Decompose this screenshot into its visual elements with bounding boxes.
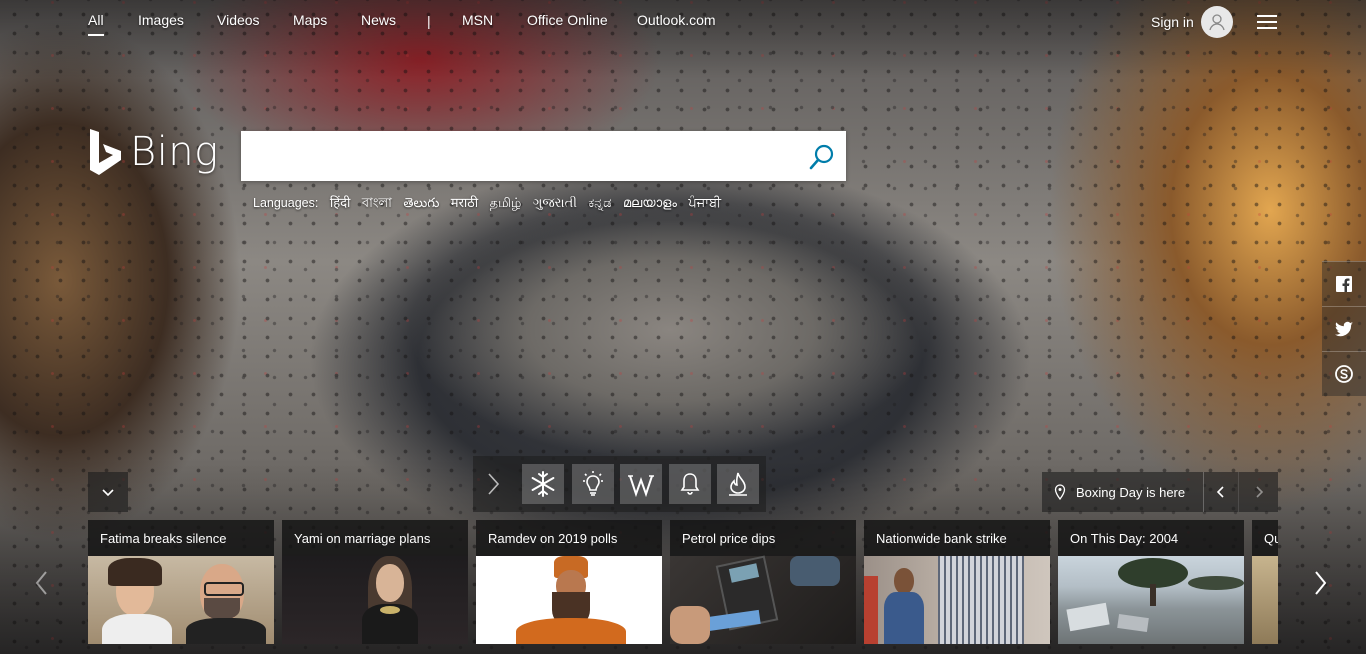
hamburger-menu-icon[interactable]	[1257, 13, 1279, 31]
snowflake-button[interactable]	[522, 464, 564, 504]
languages-bar: Languages: हिंदी বাংলা తెలుగు मराठी தமிழ…	[253, 193, 721, 215]
language-gujarati[interactable]: ગુજરાતી	[533, 195, 577, 210]
news-card-thumbnail	[864, 556, 1050, 644]
news-card[interactable]: On This Day: 2004	[1058, 520, 1244, 644]
news-card[interactable]: Yami on marriage plans	[282, 520, 468, 644]
bing-logo-text: Bing	[130, 129, 219, 175]
wikipedia-w-icon	[628, 475, 654, 498]
news-previous-button[interactable]	[30, 568, 54, 598]
nav-videos[interactable]: Videos	[217, 12, 260, 28]
next-image-button[interactable]	[1238, 472, 1279, 512]
lightbulb-button[interactable]	[572, 464, 614, 504]
snowflake-icon	[531, 471, 555, 497]
news-next-button[interactable]	[1308, 568, 1332, 598]
nav-msn[interactable]: MSN	[462, 12, 493, 28]
share-skype-button[interactable]	[1322, 351, 1366, 396]
bing-b-icon	[90, 129, 121, 175]
chevron-right-icon	[1315, 571, 1327, 595]
user-icon	[1209, 14, 1225, 31]
search-icon	[809, 144, 834, 170]
news-card[interactable]: Ramdev on 2019 polls	[476, 520, 662, 644]
news-card[interactable]: Fatima breaks silence	[88, 520, 274, 644]
news-card-title: Yami on marriage plans	[282, 520, 468, 556]
news-card[interactable]: Petrol price dips	[670, 520, 856, 644]
language-telugu[interactable]: తెలుగు	[403, 195, 439, 210]
nav-divider: |	[427, 13, 431, 29]
nav-outlook[interactable]: Outlook.com	[637, 12, 716, 28]
nav-news[interactable]: News	[361, 12, 396, 28]
language-kannada[interactable]: ಕನ್ನಡ	[588, 195, 611, 210]
chevron-left-icon	[1216, 486, 1224, 498]
image-info-text[interactable]: Boxing Day is here	[1076, 485, 1185, 500]
chevron-right-icon	[1256, 486, 1264, 498]
nav-images[interactable]: Images	[138, 12, 184, 28]
flame-icon	[729, 472, 747, 496]
share-facebook-button[interactable]	[1322, 261, 1366, 306]
news-card-thumbnail	[88, 556, 274, 644]
chevron-left-icon	[35, 571, 47, 595]
news-card-thumbnail	[670, 555, 856, 644]
lightbulb-icon	[583, 471, 603, 496]
sign-in-link[interactable]: Sign in	[1151, 14, 1194, 30]
skype-icon	[1335, 365, 1353, 383]
search-button[interactable]	[808, 143, 836, 171]
language-punjabi[interactable]: ਪੰਜਾਬੀ	[688, 195, 721, 210]
news-card-thumbnail	[476, 556, 662, 644]
nav-all[interactable]: All	[88, 12, 104, 36]
location-pin-icon	[1054, 484, 1066, 500]
collapse-news-button[interactable]	[88, 472, 128, 512]
facebook-icon	[1336, 276, 1352, 292]
news-card-title: Ramdev on 2019 polls	[476, 520, 662, 556]
news-card-title: Fatima breaks silence	[88, 520, 274, 556]
language-hindi[interactable]: हिंदी	[330, 195, 351, 210]
flame-button[interactable]	[717, 464, 759, 504]
news-card[interactable]: Qu	[1252, 520, 1278, 644]
nav-office-online[interactable]: Office Online	[527, 12, 608, 28]
bell-icon	[680, 473, 700, 495]
previous-image-button[interactable]	[1203, 472, 1238, 512]
top-navigation: All Images Videos Maps News | MSN Office…	[0, 0, 1366, 44]
collapse-chevron-icon	[102, 489, 114, 497]
news-card-thumbnail	[1252, 556, 1278, 644]
language-marathi[interactable]: मराठी	[451, 195, 478, 210]
image-info-bar: Boxing Day is here	[1042, 472, 1278, 512]
hotspot-icon-strip	[473, 456, 766, 512]
strip-expand-button[interactable]	[481, 470, 505, 498]
news-card-title: Qu	[1252, 520, 1278, 556]
news-card-thumbnail	[282, 556, 468, 644]
news-card-title: On This Day: 2004	[1058, 520, 1244, 556]
search-input[interactable]	[251, 131, 795, 183]
twitter-icon	[1335, 321, 1353, 337]
search-box	[241, 131, 846, 183]
nav-maps[interactable]: Maps	[293, 12, 327, 28]
bing-logo[interactable]: Bing	[88, 127, 219, 177]
notification-button[interactable]	[669, 464, 711, 504]
language-tamil[interactable]: தமிழ்	[490, 195, 522, 210]
languages-label: Languages:	[253, 196, 319, 210]
language-bengali[interactable]: বাংলা	[362, 195, 392, 210]
share-twitter-button[interactable]	[1322, 306, 1366, 351]
chevron-right-icon	[488, 473, 500, 495]
news-card[interactable]: Nationwide bank strike	[864, 520, 1050, 644]
news-card-title: Nationwide bank strike	[864, 520, 1050, 556]
avatar[interactable]	[1201, 6, 1233, 38]
language-malayalam[interactable]: മലയാളം	[623, 195, 677, 210]
news-card-title: Petrol price dips	[670, 520, 856, 556]
wikipedia-button[interactable]	[620, 464, 662, 504]
news-card-thumbnail	[1058, 556, 1244, 644]
